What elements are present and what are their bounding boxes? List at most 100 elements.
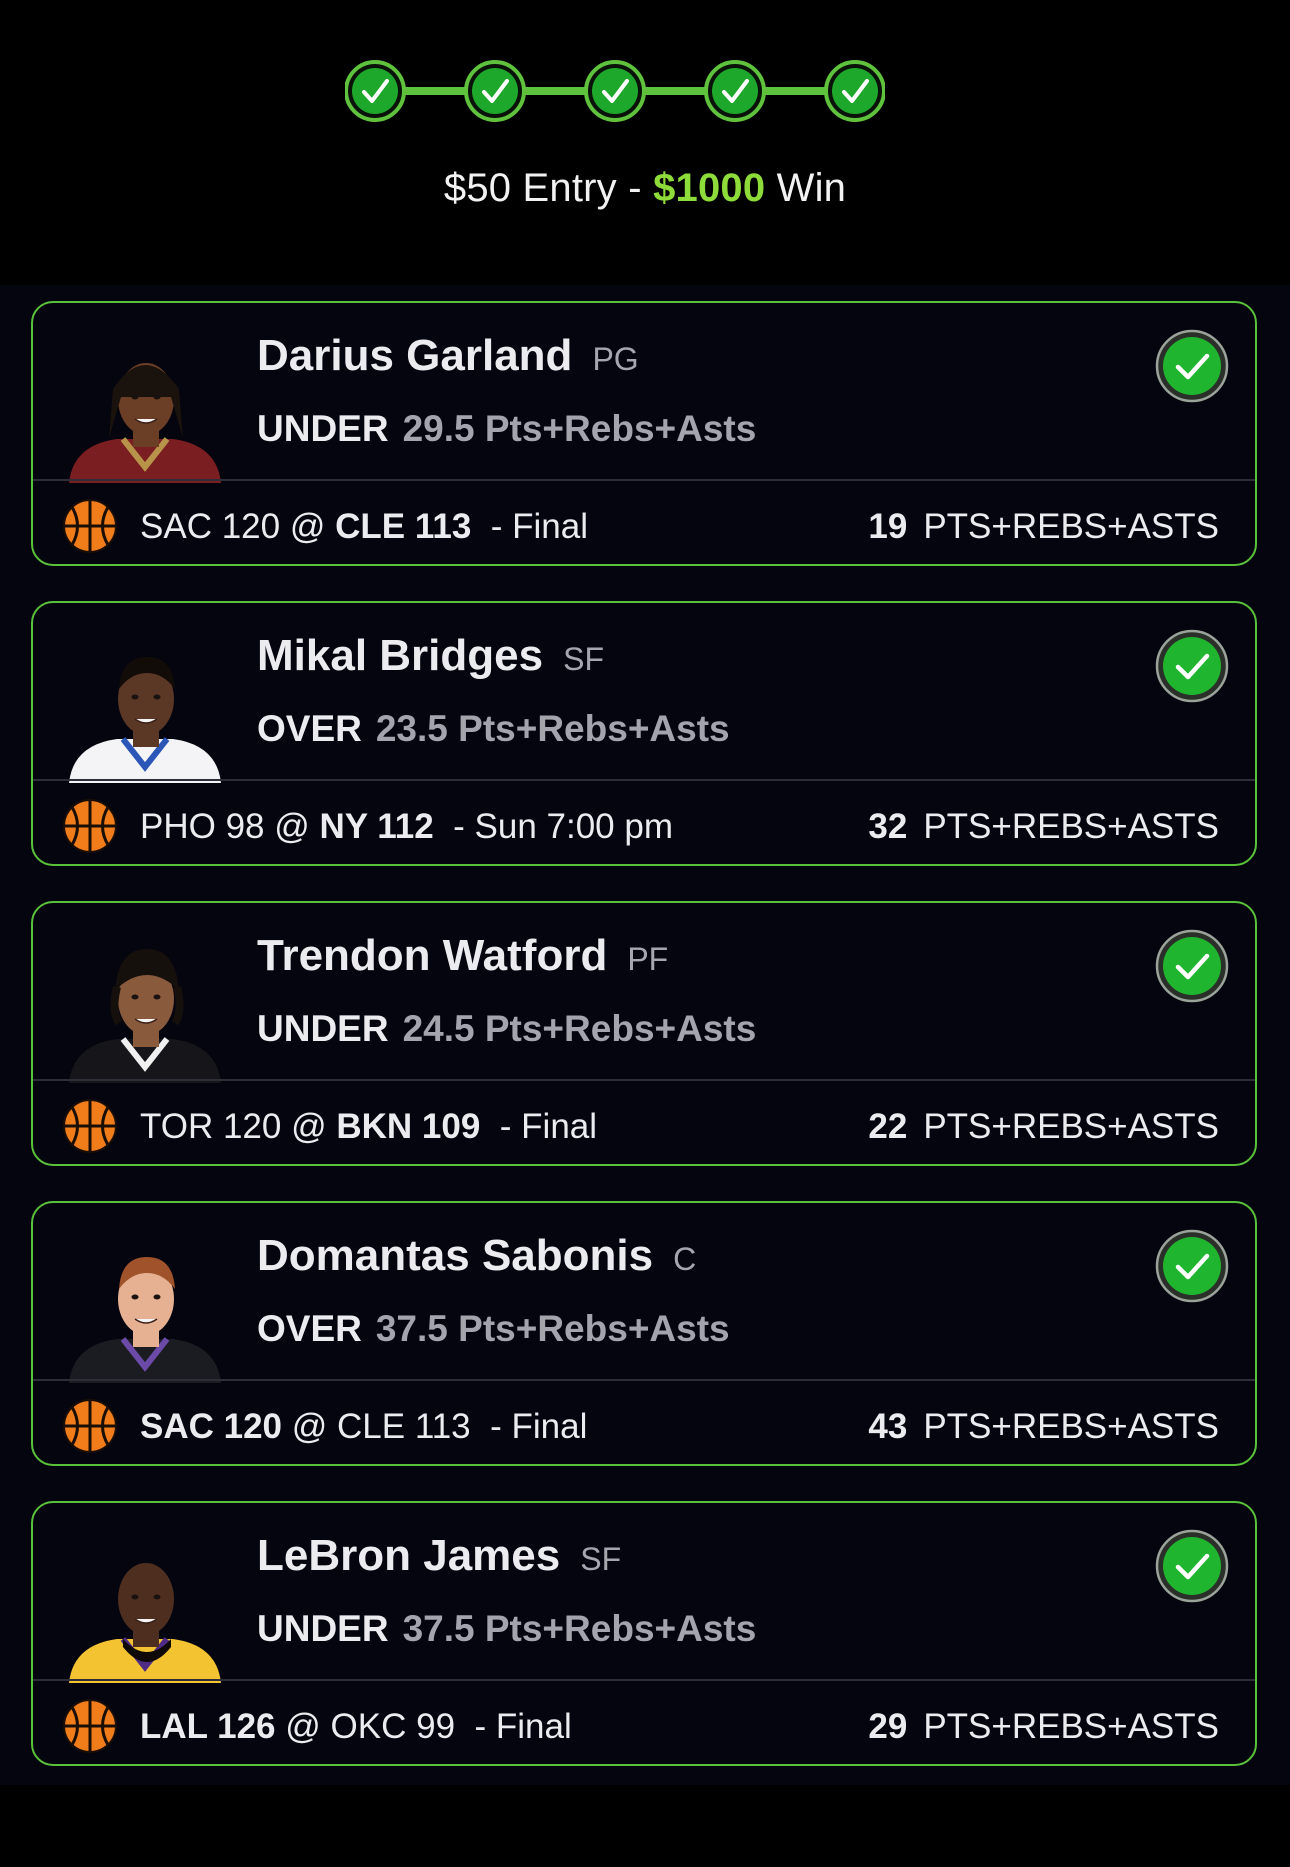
win-label: Win — [776, 166, 847, 210]
stat-value: 32 — [868, 807, 908, 846]
game-status-sep: - — [480, 1407, 512, 1446]
at-symbol: @ — [274, 807, 310, 846]
player-position: PG — [592, 341, 639, 377]
check-circle-icon — [1155, 629, 1229, 703]
game-status-sep: - — [490, 1107, 522, 1146]
pick-direction: UNDER — [257, 1608, 389, 1649]
player-stat-result: 32 PTS+REBS+ASTS — [868, 807, 1219, 847]
pick-card[interactable]: Trendon Watford PF UNDER 24.5 Pts+Rebs+Ast… — [31, 901, 1257, 1166]
entry-amount-text: $50 Entry - — [443, 166, 642, 210]
player-name-row: Trendon Watford PF — [257, 931, 668, 981]
progress-step-check-icon — [464, 60, 526, 122]
at-symbol: @ — [291, 1107, 327, 1146]
pick-card[interactable]: Domantas Sabonis C OVER 37.5 Pts+Rebs+Asts… — [31, 1201, 1257, 1466]
game-score: TOR 120 @ BKN 109 - Final — [140, 1107, 597, 1147]
card-divider — [33, 479, 1255, 481]
basketball-icon — [61, 497, 119, 555]
progress-step-check-icon — [584, 60, 646, 122]
stat-label: PTS+REBS+ASTS — [923, 1107, 1219, 1146]
game-score: LAL 126 @ OKC 99 - Final — [140, 1707, 572, 1747]
game-status: Final — [495, 1707, 572, 1746]
player-name: Mikal Bridges — [257, 631, 544, 680]
player-name: Domantas Sabonis — [257, 1231, 654, 1280]
game-status-sep: - — [481, 507, 513, 546]
stat-label: PTS+REBS+ASTS — [923, 807, 1219, 846]
basketball-icon — [61, 797, 119, 855]
away-team-score: SAC 120 — [140, 507, 281, 546]
pick-direction: UNDER — [257, 1008, 389, 1049]
stat-value: 19 — [868, 507, 908, 546]
stat-label: PTS+REBS+ASTS — [923, 507, 1219, 546]
card-divider — [33, 779, 1255, 781]
card-divider — [33, 1079, 1255, 1081]
home-team-score: CLE 113 — [337, 1407, 471, 1446]
player-position: SF — [563, 641, 604, 677]
player-name: LeBron James — [257, 1531, 561, 1580]
pick-line-row: UNDER 37.5 Pts+Rebs+Asts — [257, 1608, 756, 1650]
player-avatar — [67, 927, 223, 1083]
pick-card[interactable]: Mikal Bridges SF OVER 23.5 Pts+Rebs+Asts P… — [31, 601, 1257, 866]
progress-step-check-icon — [704, 60, 766, 122]
player-name: Trendon Watford — [257, 931, 608, 980]
player-avatar — [67, 627, 223, 783]
player-stat-result: 43 PTS+REBS+ASTS — [868, 1407, 1219, 1447]
pick-direction: OVER — [257, 708, 362, 749]
progress-step-check-icon — [345, 60, 406, 122]
at-symbol: @ — [285, 1707, 321, 1746]
stat-value: 22 — [868, 1107, 908, 1146]
pick-line-row: UNDER 24.5 Pts+Rebs+Asts — [257, 1008, 756, 1050]
picks-list: Darius Garland PG UNDER 29.5 Pts+Rebs+Asts… — [0, 285, 1290, 1785]
basketball-icon — [61, 1397, 119, 1455]
check-circle-icon — [1155, 329, 1229, 403]
player-name-row: Domantas Sabonis C — [257, 1231, 696, 1281]
at-symbol: @ — [291, 1407, 328, 1446]
stat-label: PTS+REBS+ASTS — [923, 1407, 1219, 1446]
player-stat-result: 19 PTS+REBS+ASTS — [868, 507, 1219, 547]
home-team-score: BKN 109 — [336, 1107, 481, 1146]
home-team-score: OKC 99 — [330, 1707, 456, 1746]
pick-card[interactable]: Darius Garland PG UNDER 29.5 Pts+Rebs+Asts… — [31, 301, 1257, 566]
game-score: SAC 120 @ CLE 113 - Final — [140, 1407, 587, 1447]
game-status: Final — [512, 507, 589, 546]
check-circle-icon — [1155, 929, 1229, 1003]
card-divider — [33, 1679, 1255, 1681]
game-status-sep: - — [443, 807, 475, 846]
pick-line-row: UNDER 29.5 Pts+Rebs+Asts — [257, 408, 756, 450]
check-circle-icon — [1155, 1529, 1229, 1603]
player-position: PF — [627, 941, 669, 977]
pick-line: 29.5 Pts+Rebs+Asts — [402, 408, 757, 449]
player-avatar — [67, 1227, 223, 1383]
pick-line: 24.5 Pts+Rebs+Asts — [402, 1008, 757, 1049]
away-team-score: TOR 120 — [140, 1107, 282, 1146]
player-stat-result: 29 PTS+REBS+ASTS — [868, 1707, 1219, 1747]
entry-header: $50 Entry - $1000 Win — [0, 0, 1290, 285]
away-team-score: SAC 120 — [140, 1407, 283, 1446]
home-team-score: CLE 113 — [335, 507, 472, 546]
win-amount: $1000 — [653, 166, 766, 210]
card-divider — [33, 1379, 1255, 1381]
check-circle-icon — [1155, 1229, 1229, 1303]
game-score: PHO 98 @ NY 112 - Sun 7:00 pm — [140, 807, 673, 847]
pick-direction: UNDER — [257, 408, 389, 449]
entry-summary: $50 Entry - $1000 Win — [0, 166, 1290, 211]
player-name-row: Darius Garland PG — [257, 331, 639, 381]
pick-line-row: OVER 37.5 Pts+Rebs+Asts — [257, 1308, 730, 1350]
pick-card[interactable]: LeBron James SF UNDER 37.5 Pts+Rebs+Asts L… — [31, 1501, 1257, 1766]
legs-progress-tracker — [345, 60, 885, 122]
player-avatar — [67, 1527, 223, 1683]
player-position: SF — [580, 1541, 622, 1577]
player-stat-result: 22 PTS+REBS+ASTS — [868, 1107, 1219, 1147]
pick-line: 23.5 Pts+Rebs+Asts — [375, 708, 730, 749]
stat-value: 29 — [868, 1707, 908, 1746]
pick-line: 37.5 Pts+Rebs+Asts — [375, 1308, 730, 1349]
player-name: Darius Garland — [257, 331, 573, 380]
pick-direction: OVER — [257, 1308, 362, 1349]
stat-value: 43 — [868, 1407, 908, 1446]
basketball-icon — [61, 1097, 119, 1155]
game-status-sep: - — [464, 1707, 496, 1746]
pick-line: 37.5 Pts+Rebs+Asts — [402, 1608, 757, 1649]
game-status: Sun 7:00 pm — [474, 807, 673, 846]
player-avatar — [67, 327, 223, 483]
game-status: Final — [521, 1107, 598, 1146]
away-team-score: LAL 126 — [140, 1707, 276, 1746]
